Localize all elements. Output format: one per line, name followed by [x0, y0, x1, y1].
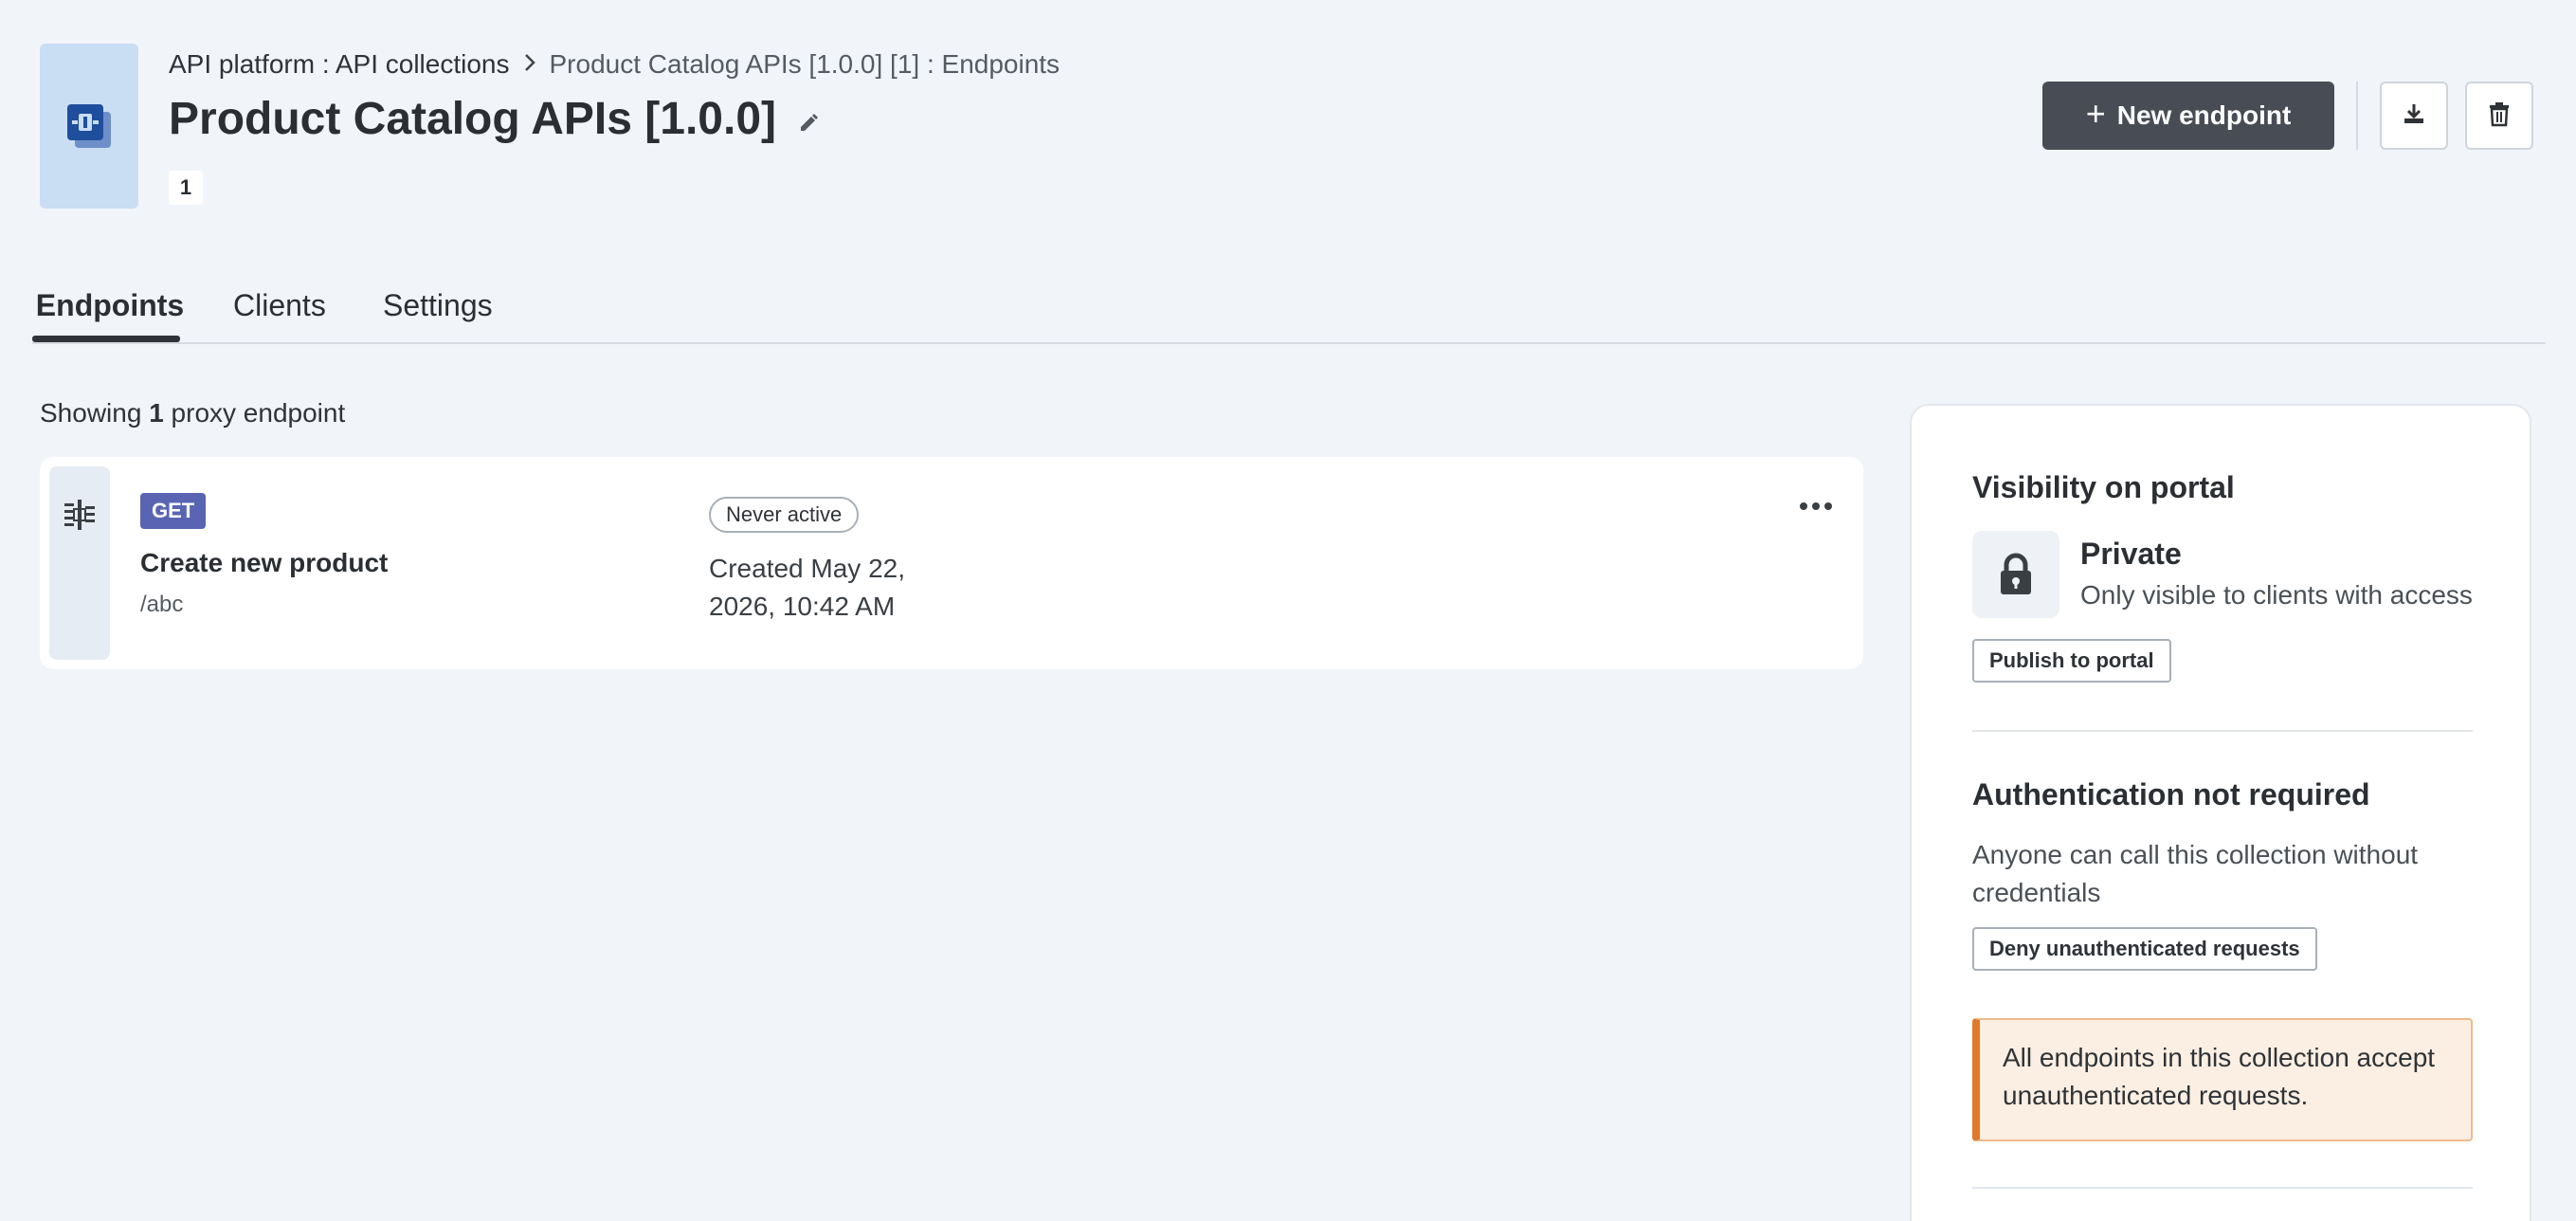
panel-divider: [1972, 1187, 2473, 1189]
collection-icon: [40, 44, 138, 209]
active-tab-indicator: [32, 336, 180, 342]
showing-prefix: Showing: [40, 398, 150, 428]
method-badge: GET: [140, 493, 207, 529]
page-title: Product Catalog APIs [1.0.0]: [169, 93, 777, 144]
chevron-right-icon: [523, 52, 536, 77]
lock-icon: [1972, 531, 2059, 618]
page-title-row: Product Catalog APIs [1.0.0]: [169, 87, 822, 150]
endpoint-type-strip: [49, 466, 110, 660]
visibility-description: Only visible to clients with access: [2080, 580, 2473, 610]
delete-button[interactable]: [2465, 82, 2533, 150]
endpoint-name[interactable]: Create new product: [140, 548, 388, 578]
header-divider: [2356, 82, 2358, 150]
created-timestamp: Created May 22, 2026, 10:42 AM: [709, 554, 905, 621]
publish-to-portal-button[interactable]: Publish to portal: [1972, 639, 2171, 683]
new-endpoint-label: New endpoint: [2116, 100, 2292, 130]
visibility-state: Private: [2080, 537, 2182, 571]
new-endpoint-button[interactable]: + New endpoint: [2042, 82, 2334, 150]
tab-endpoints[interactable]: Endpoints: [36, 277, 184, 343]
auth-warning-callout: All endpoints in this collection accept …: [1972, 1018, 2473, 1141]
auth-title: Authentication not required: [1972, 777, 2370, 811]
endpoint-count-text: Showing 1 proxy endpoint: [40, 398, 345, 428]
version-badge: 1: [169, 171, 203, 205]
tab-settings[interactable]: Settings: [383, 277, 493, 343]
deny-unauthenticated-button[interactable]: Deny unauthenticated requests: [1972, 927, 2317, 971]
visibility-title: Visibility on portal: [1972, 470, 2235, 504]
page: API platform : API collections Product C…: [0, 0, 2576, 1221]
more-icon[interactable]: [1795, 493, 1837, 519]
download-button[interactable]: [2380, 82, 2448, 150]
pencil-icon[interactable]: [795, 110, 822, 137]
breadcrumb-root-link[interactable]: API platform : API collections: [169, 49, 510, 80]
collection-settings-panel: Visibility on portal Private Only visibl…: [1910, 404, 2531, 1221]
endpoint-card[interactable]: GET Create new product /abc Never active…: [40, 457, 1863, 669]
auth-description: Anyone can call this collection without …: [1972, 840, 2419, 907]
showing-count: 1: [149, 398, 164, 428]
download-icon: [2402, 101, 2426, 131]
showing-suffix: proxy endpoint: [163, 398, 346, 428]
tab-bar: Endpoints Clients Settings: [32, 277, 2576, 343]
endpoint-icon: [63, 499, 97, 660]
tabs-divider: [32, 342, 2546, 344]
status-badge: Never active: [709, 497, 860, 533]
trash-icon: [2487, 100, 2512, 132]
endpoint-path: /abc: [140, 592, 184, 617]
plus-icon: +: [2085, 94, 2106, 133]
tab-clients[interactable]: Clients: [233, 277, 326, 343]
breadcrumb: API platform : API collections Product C…: [169, 46, 1060, 83]
breadcrumb-current: Product Catalog APIs [1.0.0] [1] : Endpo…: [549, 49, 1061, 79]
panel-divider: [1972, 730, 2473, 732]
